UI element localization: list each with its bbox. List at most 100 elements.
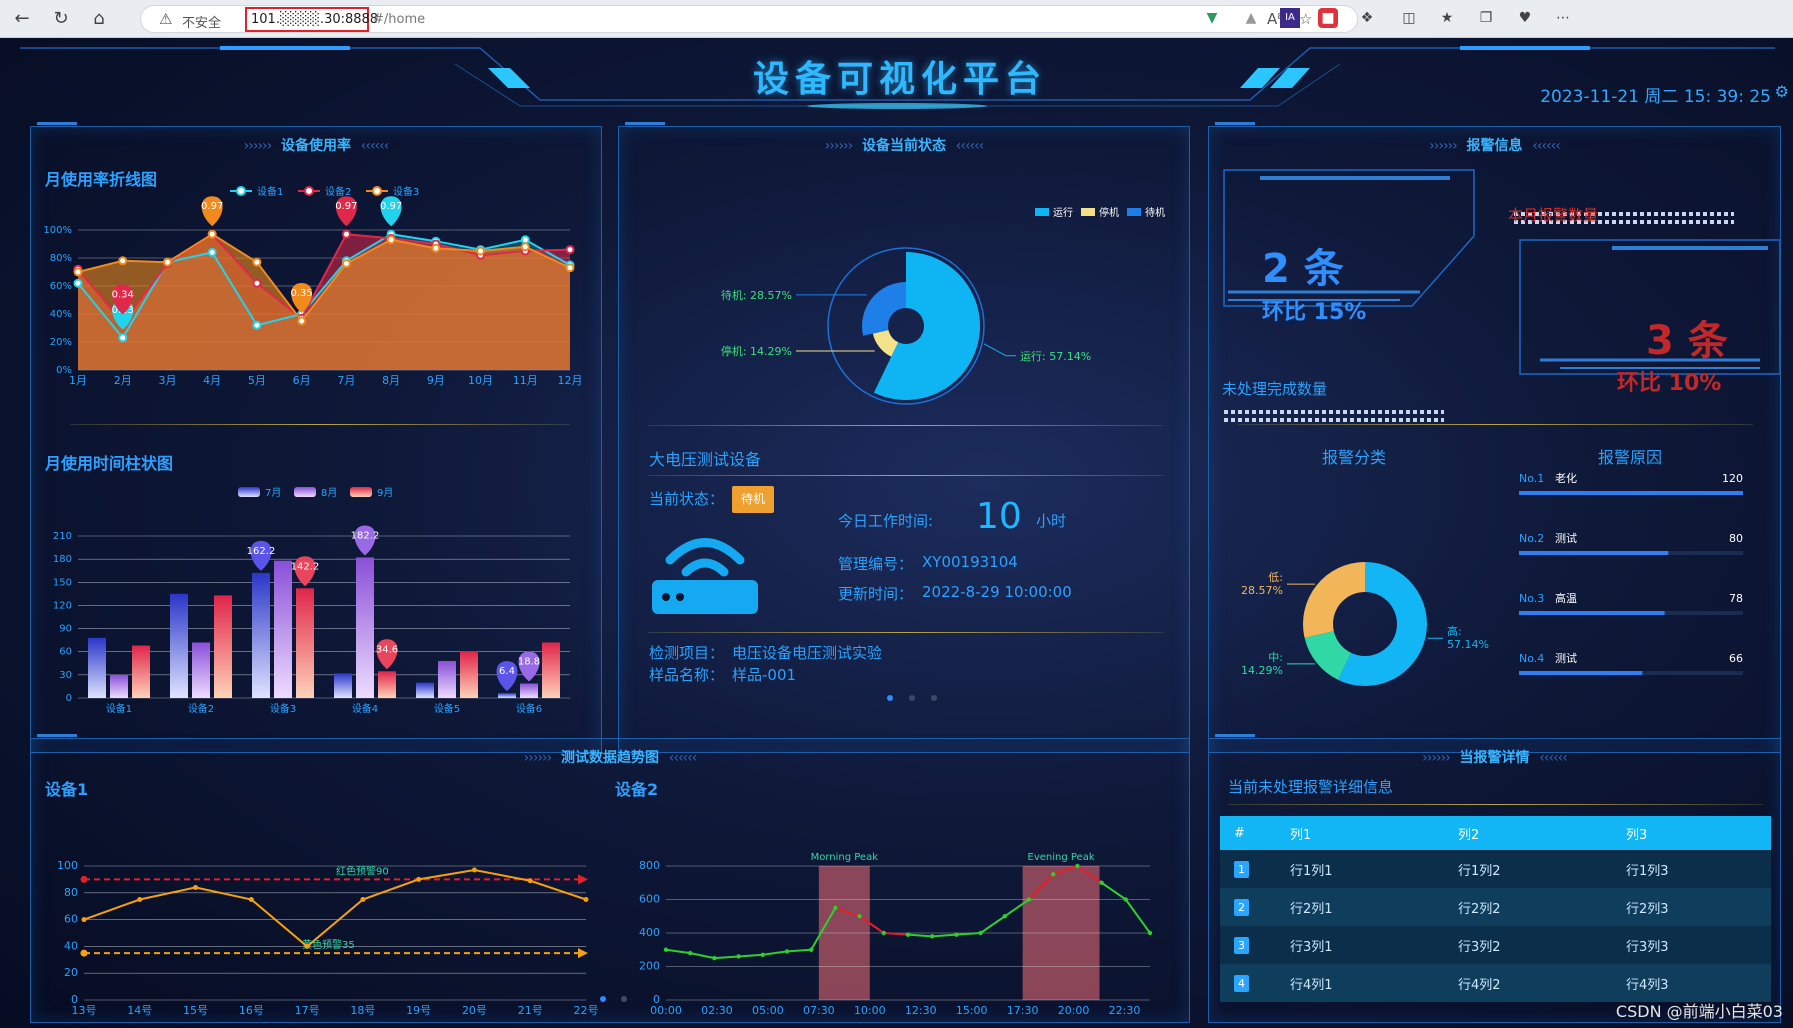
extensions-puzzle-icon[interactable]: ❖ bbox=[1357, 8, 1377, 28]
carousel-dot-2[interactable] bbox=[621, 996, 627, 1002]
home-icon[interactable]: ⌂ bbox=[87, 7, 111, 31]
reason-bar-fill bbox=[1519, 611, 1665, 615]
data-point bbox=[688, 950, 693, 956]
y-tick-label: 60 bbox=[59, 647, 72, 658]
favorites-icon[interactable]: ★ bbox=[1437, 8, 1457, 28]
series-segment bbox=[738, 953, 763, 958]
favorite-star-icon[interactable]: ☆ bbox=[1299, 10, 1312, 28]
divider-line bbox=[70, 424, 570, 425]
pie-slice-label: 停机: 14.29% bbox=[721, 344, 792, 358]
divider-line bbox=[648, 425, 1163, 426]
bar bbox=[192, 642, 210, 698]
y-tick-label: 210 bbox=[53, 531, 72, 542]
y-tick-label: 90 bbox=[59, 624, 72, 635]
column-header-index[interactable]: # bbox=[1220, 816, 1276, 850]
mark-area-label: Morning Peak bbox=[811, 852, 879, 863]
warning-icon[interactable]: ⚠ bbox=[159, 10, 172, 28]
divider-line bbox=[648, 475, 1163, 476]
carousel-dot-3[interactable] bbox=[931, 695, 937, 701]
table-row[interactable]: 1 行1列1 行1列2 行1列3 bbox=[1220, 850, 1771, 888]
alarm-panel-title: ›››››› 报警信息 ‹‹‹‹‹‹ bbox=[1429, 138, 1561, 154]
legend-swatch bbox=[1081, 208, 1095, 216]
carousel-dot-1[interactable] bbox=[887, 695, 893, 701]
data-point bbox=[809, 947, 814, 952]
status-panel-title: ›››››› 设备当前状态 ‹‹‹‹‹‹ bbox=[824, 138, 985, 154]
legend-label: 运行 bbox=[1053, 206, 1073, 219]
data-point bbox=[137, 897, 143, 902]
table-row[interactable]: 4 行4列1 行4列2 行4列3 bbox=[1220, 964, 1771, 1002]
extension-red-icon[interactable]: ■ bbox=[1318, 8, 1338, 28]
x-tick-label: 18号 bbox=[350, 1004, 375, 1017]
data-point bbox=[476, 246, 486, 256]
performance-icon[interactable]: ♥ bbox=[1515, 8, 1535, 28]
extension-ia-icon[interactable]: IA bbox=[1280, 8, 1300, 28]
x-tick-label: 13号 bbox=[72, 1004, 97, 1017]
table-cell: 行4列2 bbox=[1444, 964, 1612, 1002]
bar bbox=[88, 637, 106, 698]
panel-corner-decoration bbox=[1215, 122, 1255, 126]
alarm-category-pie: 高:57.14% 中:14.29% 低:28.57% bbox=[1241, 562, 1489, 686]
monthly-alarm-label: 本月报警数量 bbox=[1508, 206, 1599, 224]
column-header-1[interactable]: 列1 bbox=[1276, 816, 1444, 850]
data-point bbox=[520, 242, 530, 252]
bar bbox=[170, 593, 188, 698]
annotation-label: 0.97 bbox=[335, 201, 357, 212]
column-header-2[interactable]: 列2 bbox=[1444, 816, 1612, 850]
bar-marker-label: 18.8 bbox=[518, 656, 540, 667]
table-row[interactable]: 3 行3列1 行3列2 行3列3 bbox=[1220, 926, 1771, 964]
donut-slice-label: 57.14% bbox=[1447, 638, 1489, 651]
data-point bbox=[583, 897, 589, 902]
pie-slice bbox=[862, 282, 906, 336]
x-tick-label: 4月 bbox=[203, 374, 221, 387]
split-screen-icon[interactable]: ◫ bbox=[1399, 8, 1419, 28]
url-host[interactable]: 101.░░░░.30:8888 bbox=[251, 12, 378, 27]
more-menu-icon[interactable]: ⋯ bbox=[1553, 8, 1573, 28]
y-tick-label: 80% bbox=[50, 253, 72, 264]
data-point bbox=[73, 267, 83, 277]
x-tick-label: 07:30 bbox=[803, 1004, 835, 1017]
test-item-label: 检测项目： bbox=[649, 644, 725, 662]
legend-label: 设备3 bbox=[393, 185, 419, 198]
carousel-dot-2[interactable] bbox=[909, 695, 915, 701]
extension-triangle-icon[interactable]: ▲ bbox=[1241, 8, 1261, 28]
reference-line-start bbox=[80, 949, 88, 957]
vue-devtools-icon[interactable]: ▼ bbox=[1202, 8, 1222, 28]
column-header-3[interactable]: 列3 bbox=[1612, 816, 1771, 850]
alarm-box1-ratio: 环比 15% bbox=[1262, 300, 1367, 325]
data-point bbox=[784, 949, 790, 954]
settings-gear-icon[interactable]: ⚙ bbox=[1775, 82, 1789, 101]
reload-icon[interactable]: ↻ bbox=[49, 7, 73, 31]
legend-label: 9月 bbox=[377, 487, 393, 499]
data-point bbox=[1075, 863, 1080, 869]
bar bbox=[252, 572, 270, 698]
reason-bar-fill bbox=[1519, 551, 1669, 555]
row-index-badge: 1 bbox=[1234, 860, 1249, 878]
data-point bbox=[736, 954, 741, 959]
x-tick-label: 3月 bbox=[158, 374, 176, 387]
row-index-cell: 3 bbox=[1220, 926, 1276, 964]
collections-icon[interactable]: ❐ bbox=[1476, 8, 1496, 28]
x-tick-label: 05:00 bbox=[752, 1004, 784, 1017]
x-tick-label: 22号 bbox=[574, 1004, 599, 1017]
alarm-box1-count: 2 条 bbox=[1262, 246, 1344, 292]
series-segment bbox=[689, 952, 715, 960]
url-path[interactable]: #/home bbox=[373, 12, 425, 27]
alarm-reason-title: 报警原因 bbox=[1598, 448, 1663, 467]
data-point bbox=[527, 878, 533, 884]
y-tick-label: 20 bbox=[64, 966, 78, 979]
back-icon[interactable]: ← bbox=[10, 7, 34, 31]
table-row[interactable]: 2 行2列1 行2列2 行2列3 bbox=[1220, 888, 1771, 926]
data-point bbox=[520, 235, 530, 245]
annotation-label: 0.97 bbox=[201, 201, 223, 212]
panel-corner-decoration bbox=[37, 122, 77, 126]
carousel-dot-1[interactable] bbox=[600, 996, 606, 1002]
address-bar[interactable]: ⚠ 不安全 101.░░░░.30:8888 #/home A⁸ ☆ bbox=[140, 5, 1358, 33]
test-item: 电压设备电压测试实验 bbox=[732, 644, 883, 662]
data-point bbox=[252, 278, 262, 288]
device1-trend-title: 设备1 bbox=[45, 780, 89, 799]
security-label[interactable]: 不安全 bbox=[182, 12, 221, 31]
usage-panel-title: ›››››› 设备使用率 ‹‹‹‹‹‹ bbox=[243, 138, 390, 154]
device-name: 大电压测试设备 bbox=[649, 450, 762, 469]
series-segment bbox=[665, 948, 691, 955]
bar bbox=[110, 674, 128, 698]
